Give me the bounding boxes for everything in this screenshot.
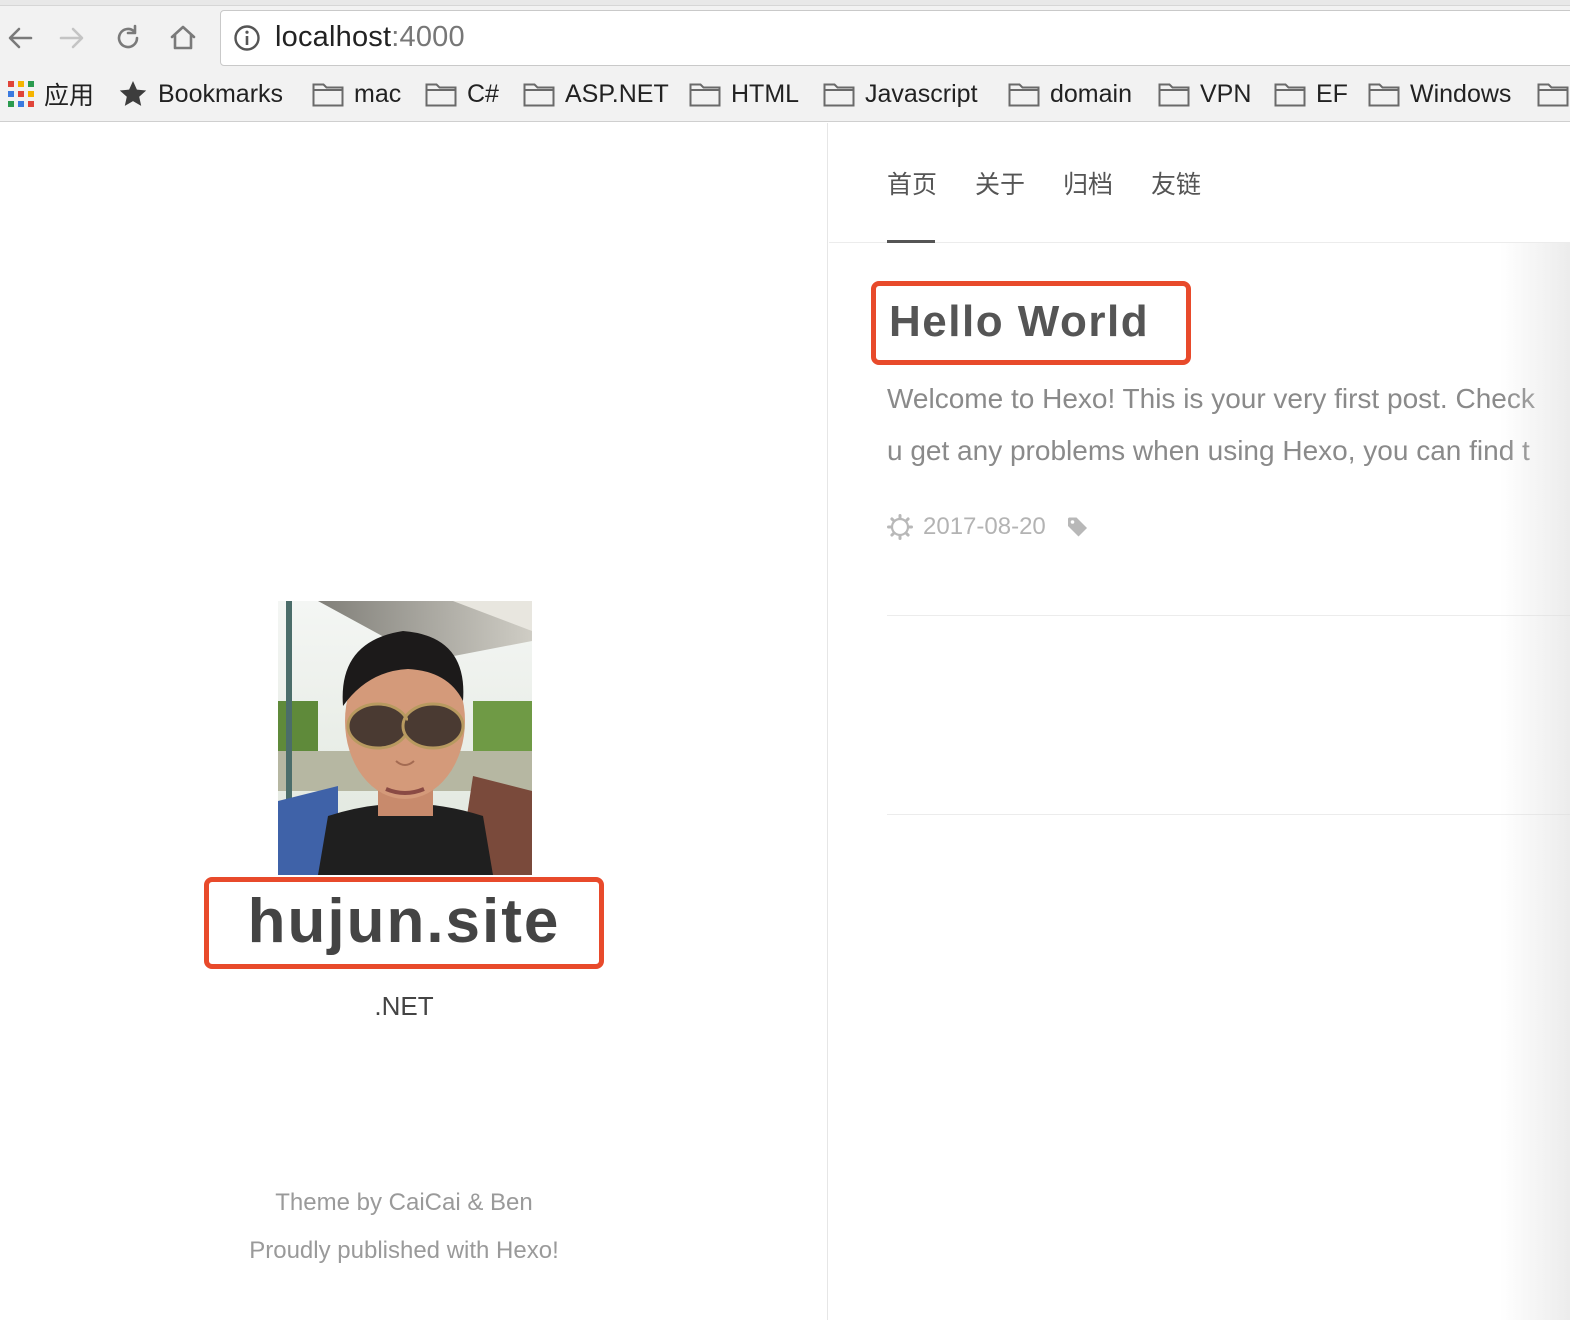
bookmark-label: ASP.NET — [565, 79, 669, 108]
folder-icon — [1008, 81, 1040, 107]
avatar-photo — [278, 601, 532, 875]
bookmark-folder-windows[interactable]: Windows — [1368, 76, 1511, 112]
bookmarks-bar: 应用 Bookmarks mac C# ASP.NET HTML Javascr… — [0, 72, 1570, 116]
browser-chrome: localhost:4000 应用 Bookmarks mac C# ASP.N… — [0, 0, 1570, 122]
folder-icon — [425, 81, 457, 107]
avatar[interactable] — [278, 601, 532, 875]
url-port: :4000 — [391, 21, 465, 53]
url-host: localhost — [275, 21, 392, 53]
bookmark-label: 应用 — [44, 82, 95, 110]
site-subtitle: .NET — [374, 991, 434, 1021]
footer-theme-credit: Theme by CaiCai & Ben — [275, 1189, 533, 1216]
folder-icon — [823, 81, 855, 107]
folder-icon — [523, 81, 555, 107]
bookmark-folder-javascript[interactable]: Javascript — [823, 76, 978, 112]
page-content: hujun.site .NET Theme by CaiCai & Ben Pr… — [0, 123, 1570, 1320]
bookmark-label: VPN — [1200, 79, 1252, 108]
folder-icon — [1537, 81, 1569, 107]
tag-icon[interactable] — [1066, 515, 1090, 539]
bookmark-folder-html[interactable]: HTML — [689, 76, 799, 112]
bookmark-folder-csharp[interactable]: C# — [425, 76, 499, 112]
bookmark-label: mac — [354, 79, 402, 108]
folder-icon — [689, 81, 721, 107]
post-divider — [887, 814, 1570, 815]
main-column: 首页 关于 归档 友链 Hello World Welcome to Hexo!… — [829, 123, 1570, 1320]
tab-strip — [0, 0, 1570, 6]
bookmark-folder-overflow[interactable] — [1537, 76, 1570, 112]
bookmark-folder-vpn[interactable]: VPN — [1158, 76, 1251, 112]
gear-icon — [887, 514, 913, 540]
back-button[interactable] — [0, 18, 40, 58]
footer-published: Proudly published with Hexo! — [249, 1237, 559, 1264]
page-edge-shadow — [1500, 243, 1570, 1320]
bookmark-label: Windows — [1410, 79, 1512, 108]
bookmark-label: domain — [1050, 79, 1132, 108]
address-bar[interactable]: localhost:4000 — [220, 10, 1570, 66]
reload-icon — [117, 24, 139, 49]
bookmark-label: C# — [467, 79, 499, 108]
nav-active-indicator — [887, 240, 935, 243]
folder-icon — [1368, 81, 1400, 107]
folder-icon — [1158, 81, 1190, 107]
post-meta: 2017-08-20 — [887, 513, 1090, 541]
url-text[interactable]: localhost:4000 — [275, 21, 465, 54]
bookmark-folder-aspnet[interactable]: ASP.NET — [523, 76, 669, 112]
apps-grid-icon — [8, 81, 34, 107]
bookmark-folder-domain[interactable]: domain — [1008, 76, 1132, 112]
post-excerpt-line: Welcome to Hexo! This is your very first… — [887, 383, 1535, 414]
info-icon[interactable] — [233, 24, 261, 52]
nav-item-home[interactable]: 首页 — [887, 165, 937, 201]
site-title[interactable]: hujun.site — [204, 877, 604, 969]
nav-item-archive[interactable]: 归档 — [1063, 165, 1113, 201]
bookmark-label: EF — [1316, 79, 1348, 108]
forward-button[interactable] — [52, 18, 92, 58]
post-date: 2017-08-20 — [923, 513, 1046, 540]
nav-item-about[interactable]: 关于 — [975, 165, 1025, 201]
reload-button[interactable] — [108, 18, 148, 58]
home-button[interactable] — [163, 18, 203, 58]
post-divider — [887, 615, 1570, 616]
star-icon — [118, 79, 148, 109]
top-nav: 首页 关于 归档 友链 — [829, 123, 1570, 243]
post-title[interactable]: Hello World — [871, 281, 1191, 365]
arrow-right-icon — [59, 27, 84, 49]
folder-icon — [312, 81, 344, 107]
bookmark-label: Bookmarks — [158, 79, 284, 108]
bookmark-apps[interactable]: 应用 — [8, 76, 94, 112]
arrow-left-icon — [8, 27, 33, 49]
folder-icon — [1274, 81, 1306, 107]
bookmark-bookmarks[interactable]: Bookmarks — [118, 76, 283, 112]
sidebar: hujun.site .NET Theme by CaiCai & Ben Pr… — [0, 123, 828, 1320]
bookmark-label: Javascript — [865, 79, 978, 108]
bookmark-label: HTML — [731, 79, 800, 108]
post-excerpt-line: u get any problems when using Hexo, you … — [887, 435, 1530, 466]
bookmark-folder-mac[interactable]: mac — [312, 76, 401, 112]
bookmark-folder-ef[interactable]: EF — [1274, 76, 1348, 112]
home-icon — [170, 25, 196, 50]
nav-item-links[interactable]: 友链 — [1151, 165, 1201, 201]
